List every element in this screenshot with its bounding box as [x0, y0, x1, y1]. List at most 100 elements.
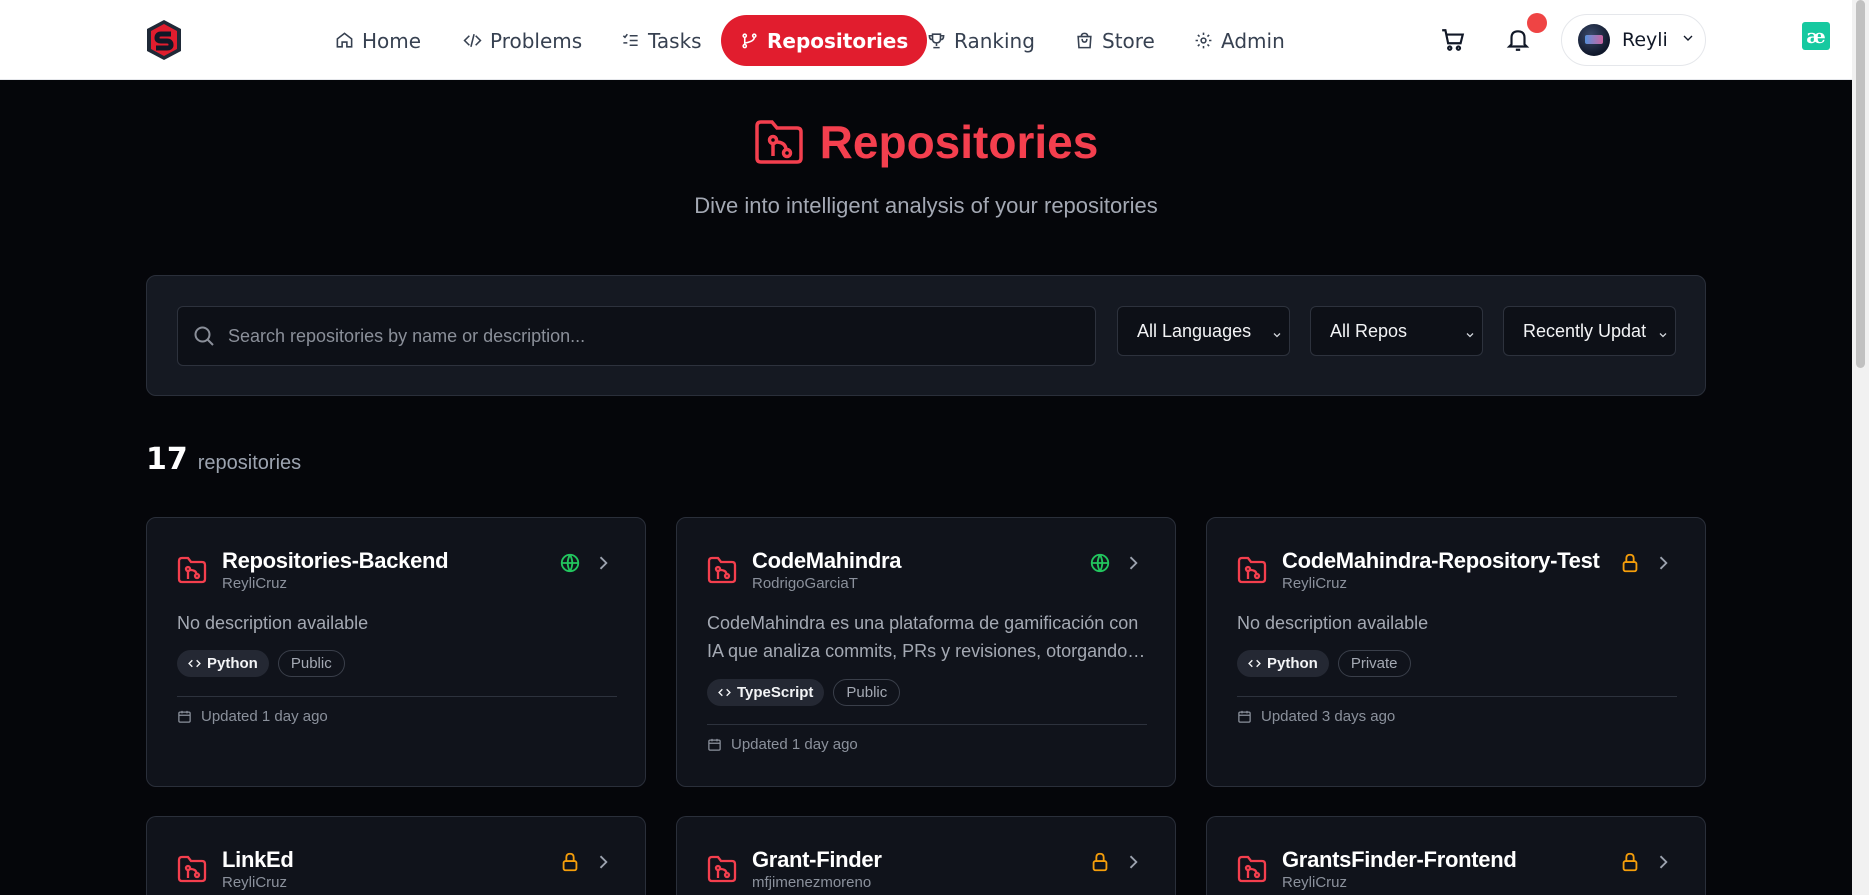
chevron-right-icon[interactable]	[1653, 851, 1673, 873]
cart-button[interactable]	[1435, 22, 1471, 58]
nav-repositories[interactable]: Repositories	[721, 15, 928, 66]
repo-owner: RodrigoGarciaT	[752, 575, 858, 592]
trophy-icon	[928, 33, 945, 49]
calendar-icon	[1238, 710, 1251, 723]
repo-card[interactable]: Grant-Finder mfjimenezmoreno	[676, 816, 1176, 895]
nav-problems[interactable]: Problems	[449, 15, 596, 66]
chevron-down-icon	[1271, 325, 1283, 346]
code-icon	[188, 659, 201, 668]
nav-home[interactable]: Home	[321, 15, 435, 66]
lock-icon	[1622, 553, 1638, 573]
repo-tags: Python Private	[1237, 650, 1411, 677]
repo-card[interactable]: Repositories-Backend ReyliCruz No descri…	[146, 517, 646, 787]
nav-ranking[interactable]: Ranking	[913, 15, 1049, 66]
nav-admin[interactable]: Admin	[1180, 15, 1299, 66]
repo-updated-text: Updated 1 day ago	[731, 736, 858, 753]
language-tag-label: Python	[1267, 655, 1318, 672]
search-box[interactable]	[177, 306, 1096, 366]
folder-git-icon	[177, 855, 207, 883]
repo-name[interactable]: CodeMahindra-Repository-Test	[1282, 548, 1600, 574]
card-divider	[177, 696, 617, 697]
folder-git-icon	[177, 556, 207, 584]
list-checks-icon	[622, 33, 638, 47]
repos-select-value: All Repos	[1330, 320, 1408, 341]
top-navbar: Home Problems Tasks Repositories Ranking…	[0, 0, 1852, 80]
repository-count-label: repositories	[197, 452, 302, 474]
chevron-right-icon[interactable]	[593, 851, 613, 873]
page-header: Repositories	[0, 115, 1852, 169]
repo-card[interactable]: CodeMahindra-Repository-Test ReyliCruz N…	[1206, 517, 1706, 787]
language-select[interactable]: All Languages	[1117, 306, 1290, 356]
language-tag: Python	[1237, 650, 1329, 677]
code-icon	[718, 688, 731, 697]
repo-tags: TypeScript Public	[707, 679, 901, 706]
calendar-icon	[178, 710, 191, 723]
lock-icon	[562, 852, 578, 872]
bell-icon	[1506, 30, 1530, 51]
chevron-down-icon	[1680, 30, 1696, 50]
folder-git-icon	[1237, 556, 1267, 584]
globe-icon	[1090, 553, 1110, 573]
avatar	[1578, 24, 1610, 56]
notification-badge	[1527, 13, 1547, 33]
nav-store[interactable]: Store	[1061, 15, 1169, 66]
chevron-right-icon[interactable]	[1653, 552, 1673, 574]
chevron-right-icon[interactable]	[593, 552, 613, 574]
repo-name[interactable]: GrantsFinder-Frontend	[1282, 847, 1517, 873]
search-input[interactable]	[228, 325, 1088, 347]
repo-card[interactable]: GrantsFinder-Frontend ReyliCruz	[1206, 816, 1706, 895]
nav-repositories-label: Repositories	[767, 28, 909, 53]
language-tag-label: Python	[207, 655, 258, 672]
app-logo-icon[interactable]	[144, 18, 184, 62]
repo-owner: ReyliCruz	[1282, 575, 1348, 592]
repo-name[interactable]: LinkEd	[222, 847, 294, 873]
folder-git-icon	[754, 120, 803, 164]
repo-name[interactable]: Grant-Finder	[752, 847, 882, 873]
page-subtitle: Dive into intelligent analysis of your r…	[694, 193, 1158, 218]
repo-updated-text: Updated 1 day ago	[201, 708, 328, 725]
search-icon	[194, 326, 214, 346]
repos-select[interactable]: All Repos	[1310, 306, 1483, 356]
visibility-tag: Public	[833, 679, 901, 706]
repository-count: 17 repositories	[146, 442, 301, 477]
repo-description: CodeMahindra es una plataforma de gamifi…	[707, 613, 1139, 661]
repo-updated: Updated 1 day ago	[177, 708, 328, 725]
repo-updated: Updated 1 day ago	[707, 736, 858, 753]
nav-ranking-label: Ranking	[954, 28, 1035, 53]
repo-name[interactable]: Repositories-Backend	[222, 548, 449, 574]
card-divider	[1237, 696, 1677, 697]
repository-count-number: 17	[146, 442, 188, 477]
repo-tags: Python Public	[177, 650, 345, 677]
sort-select[interactable]: Recently Updat	[1503, 306, 1676, 356]
lock-icon	[1092, 852, 1108, 872]
browser-extension-icon[interactable]: æ	[1802, 22, 1830, 50]
language-tag: TypeScript	[707, 679, 825, 706]
code-icon	[463, 33, 482, 48]
language-tag-label: TypeScript	[737, 684, 814, 701]
page-title: Repositories	[819, 116, 1099, 168]
shopping-cart-icon	[1442, 29, 1465, 51]
repo-updated: Updated 3 days ago	[1237, 708, 1395, 725]
folder-git-icon	[1237, 855, 1267, 883]
repo-name[interactable]: CodeMahindra	[752, 548, 901, 574]
chevron-right-icon[interactable]	[1123, 851, 1143, 873]
repo-card[interactable]: LinkEd ReyliCruz	[146, 816, 646, 895]
sort-select-value: Recently Updat	[1523, 320, 1647, 341]
repo-description: No description available	[177, 613, 369, 633]
nav-home-label: Home	[362, 28, 422, 53]
shopping-bag-icon	[1077, 32, 1092, 49]
page-scrollbar-thumb[interactable]	[1856, 0, 1865, 368]
nav-tasks-label: Tasks	[648, 28, 702, 53]
nav-tasks[interactable]: Tasks	[607, 15, 716, 66]
repo-card[interactable]: CodeMahindra RodrigoGarciaT CodeMahindra…	[676, 517, 1176, 787]
user-menu-button[interactable]: Reyli	[1561, 14, 1706, 66]
visibility-tag: Private	[1337, 650, 1411, 677]
language-select-value: All Languages	[1137, 320, 1252, 341]
chevron-down-icon	[1464, 325, 1476, 346]
globe-icon	[560, 553, 580, 573]
chevron-right-icon[interactable]	[1123, 552, 1143, 574]
filter-panel: All Languages All Repos Recently Updat	[146, 275, 1706, 396]
lock-icon	[1622, 852, 1638, 872]
repo-owner: ReyliCruz	[222, 575, 288, 592]
repo-updated-text: Updated 3 days ago	[1261, 708, 1396, 725]
